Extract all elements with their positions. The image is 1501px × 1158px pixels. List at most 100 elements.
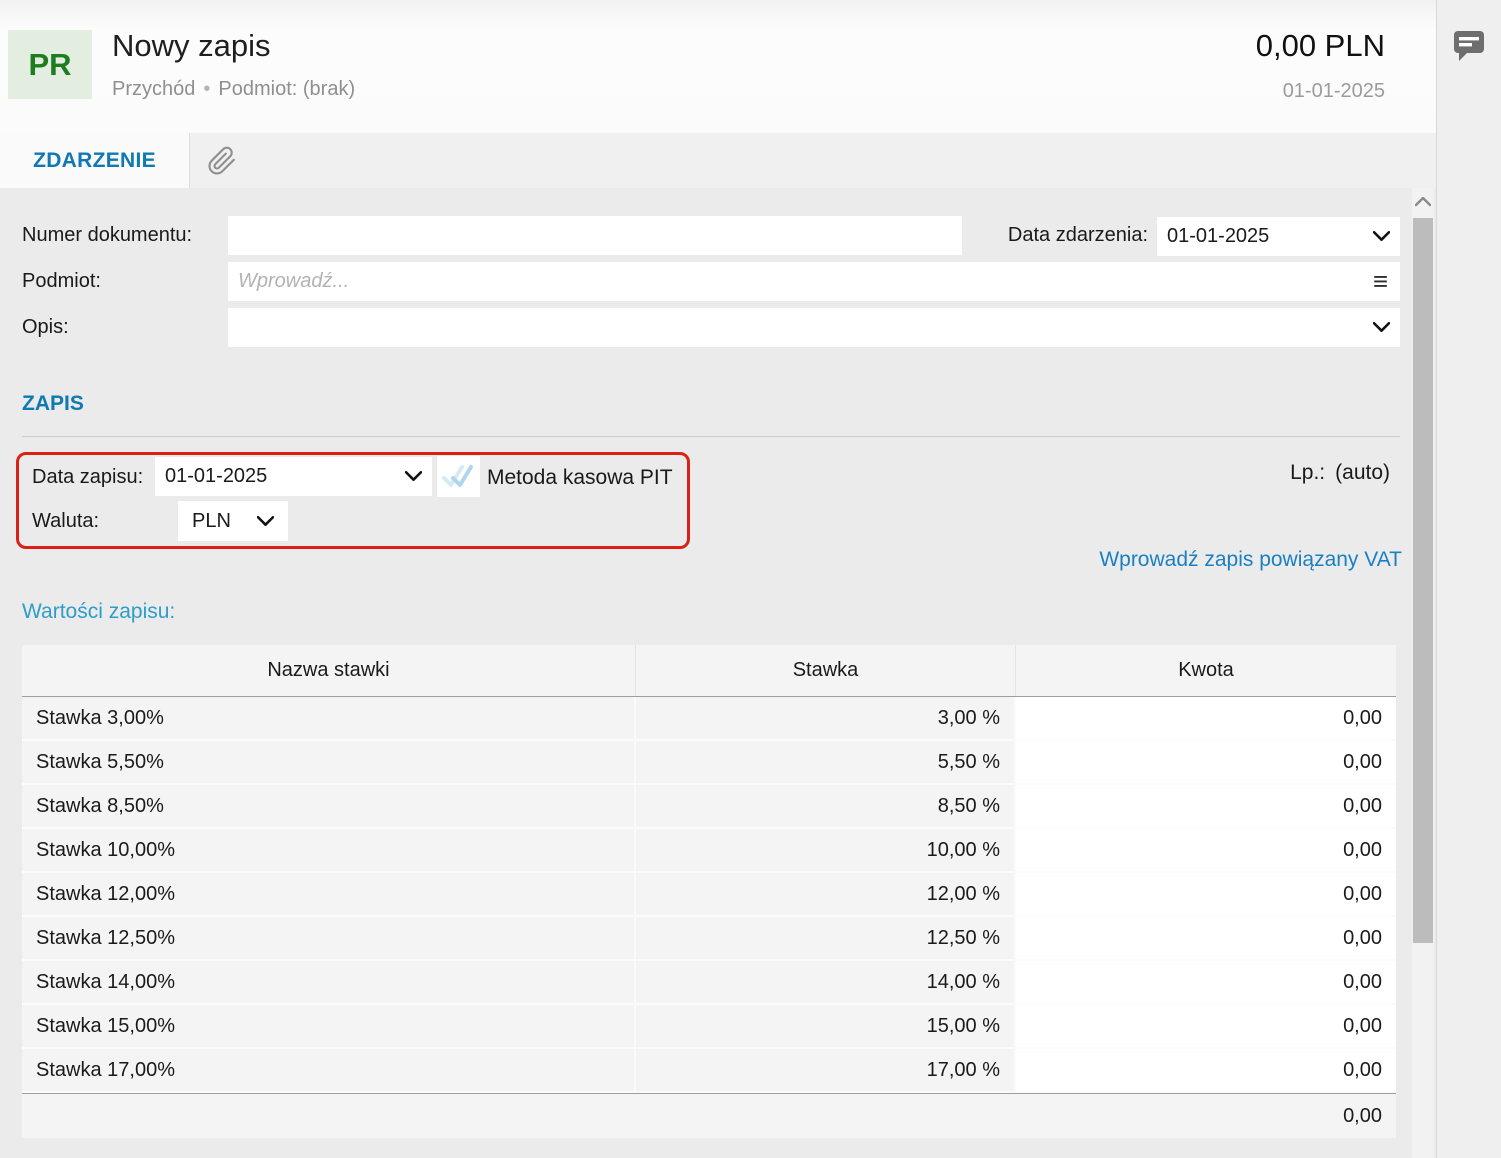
entry-date-label: Data zapisu: [32,458,143,497]
rate-name-cell: Stawka 14,00% [22,961,636,1003]
tab-zdarzenie[interactable]: ZDARZENIE [0,133,190,188]
entry-date-value: 01-01-2025 [165,457,267,496]
lp-value: (auto) [1335,461,1390,484]
amount-input[interactable]: 0,00 [1016,741,1396,783]
chevron-down-icon [1373,322,1390,333]
description-input[interactable] [228,308,1400,347]
rate-table-body: Stawka 3,00%3,00 %0,00Stawka 5,50%5,50 %… [22,697,1396,1093]
rate-name-cell: Stawka 8,50% [22,785,636,827]
total-amount-cell: 0,00 [1016,1094,1396,1138]
column-header-name: Nazwa stawki [22,645,636,696]
event-date-field[interactable]: 01-01-2025 [1157,217,1400,256]
rate-table: Nazwa stawki Stawka Kwota Stawka 3,00%3,… [22,645,1396,1138]
amount-input[interactable]: 0,00 [1016,1005,1396,1047]
chevron-down-icon [1373,231,1390,242]
rate-name-cell: Stawka 5,50% [22,741,636,783]
rate-name-cell: Stawka 10,00% [22,829,636,871]
table-header-row: Nazwa stawki Stawka Kwota [22,645,1396,697]
record-header: PR Nowy zapis Przychód • Podmiot: (brak) 0… [0,0,1437,133]
column-header-rate: Stawka [636,645,1016,696]
rate-name-cell: Stawka 12,50% [22,917,636,959]
amount-input[interactable]: 0,00 [1016,873,1396,915]
comment-icon [1451,26,1487,64]
table-caption: Wartości zapisu: [22,600,175,624]
currency-label: Waluta: [32,502,99,541]
rate-value-cell: 17,00 % [636,1049,1016,1091]
record-type-label: Przychód [112,78,195,100]
event-date-value: 01-01-2025 [1167,217,1269,256]
cash-method-label: Metoda kasowa PIT [487,458,673,497]
hamburger-icon[interactable]: ≡ [1373,262,1388,300]
description-field[interactable] [228,308,1400,347]
table-row: Stawka 15,00%15,00 %0,00 [22,1005,1396,1049]
rate-name-cell: Stawka 17,00% [22,1049,636,1091]
section-divider [22,436,1400,437]
amount-input[interactable]: 0,00 [1016,1049,1396,1091]
column-header-amount: Kwota [1016,645,1396,696]
comments-button[interactable] [1451,26,1487,64]
document-number-label: Numer dokumentu: [22,216,192,255]
zapis-section-title: ZAPIS [22,392,84,416]
rate-value-cell: 5,50 % [636,741,1016,783]
rate-value-cell: 10,00 % [636,829,1016,871]
table-row: Stawka 14,00%14,00 %0,00 [22,961,1396,1005]
document-number-input[interactable] [228,216,962,255]
entity-input[interactable] [228,262,1400,301]
tab-attachments[interactable] [191,133,253,188]
record-type-badge: PR [8,30,92,99]
entity-field[interactable]: ≡ [228,262,1400,301]
entity-label: Podmiot: [22,262,101,301]
record-entity-label: Podmiot: (brak) [218,78,355,100]
chevron-down-icon [257,516,274,527]
paperclip-icon [207,146,237,176]
total-row: 0,00 [22,1093,1396,1138]
record-subtitle: Przychód • Podmiot: (brak) [112,78,355,101]
record-date: 01-01-2025 [1283,80,1385,103]
scroll-up-button[interactable] [1412,194,1434,210]
page-title: Nowy zapis [112,28,271,64]
description-label: Opis: [22,308,69,347]
rate-name-cell: Stawka 15,00% [22,1005,636,1047]
table-row: Stawka 12,00%12,00 %0,00 [22,873,1396,917]
rate-value-cell: 12,50 % [636,917,1016,959]
tab-label: ZDARZENIE [33,149,156,173]
entry-date-field[interactable]: 01-01-2025 [155,457,432,496]
rate-value-cell: 8,50 % [636,785,1016,827]
document-number-field[interactable] [228,216,962,255]
cash-method-checkbox[interactable] [437,456,480,497]
table-row: Stawka 3,00%3,00 %0,00 [22,697,1396,741]
currency-value: PLN [192,501,231,541]
amount-input[interactable]: 0,00 [1016,917,1396,959]
double-check-icon [441,463,477,491]
table-row: Stawka 12,50%12,50 %0,00 [22,917,1396,961]
app-window: PR Nowy zapis Przychód • Podmiot: (brak) 0… [0,0,1501,1158]
rate-value-cell: 14,00 % [636,961,1016,1003]
tab-bar: ZDARZENIE [0,133,1437,188]
total-name-cell [22,1094,636,1138]
currency-select[interactable]: PLN [178,501,288,541]
amount-input[interactable]: 0,00 [1016,697,1396,739]
lp-line: Lp.: (auto) [1100,461,1390,485]
total-rate-cell [636,1094,1016,1138]
amount-input[interactable]: 0,00 [1016,785,1396,827]
table-row: Stawka 5,50%5,50 %0,00 [22,741,1396,785]
amount-input[interactable]: 0,00 [1016,961,1396,1003]
rate-name-cell: Stawka 12,00% [22,873,636,915]
table-row: Stawka 17,00%17,00 %0,00 [22,1049,1396,1093]
rate-value-cell: 12,00 % [636,873,1016,915]
event-date-label: Data zdarzenia: [950,216,1148,255]
total-amount: 0,00 PLN [1256,28,1385,64]
scrollbar-thumb[interactable] [1413,218,1433,943]
vertical-scrollbar[interactable] [1412,188,1434,1158]
rate-value-cell: 3,00 % [636,697,1016,739]
amount-input[interactable]: 0,00 [1016,829,1396,871]
rate-value-cell: 15,00 % [636,1005,1016,1047]
separator-dot: • [203,78,210,100]
right-rail [1436,0,1501,1158]
chevron-up-icon [1415,197,1431,207]
lp-label: Lp.: [1290,461,1325,484]
vat-link[interactable]: Wprowadź zapis powiązany VAT [900,548,1402,572]
rate-name-cell: Stawka 3,00% [22,697,636,739]
chevron-down-icon [405,471,422,482]
table-row: Stawka 8,50%8,50 %0,00 [22,785,1396,829]
